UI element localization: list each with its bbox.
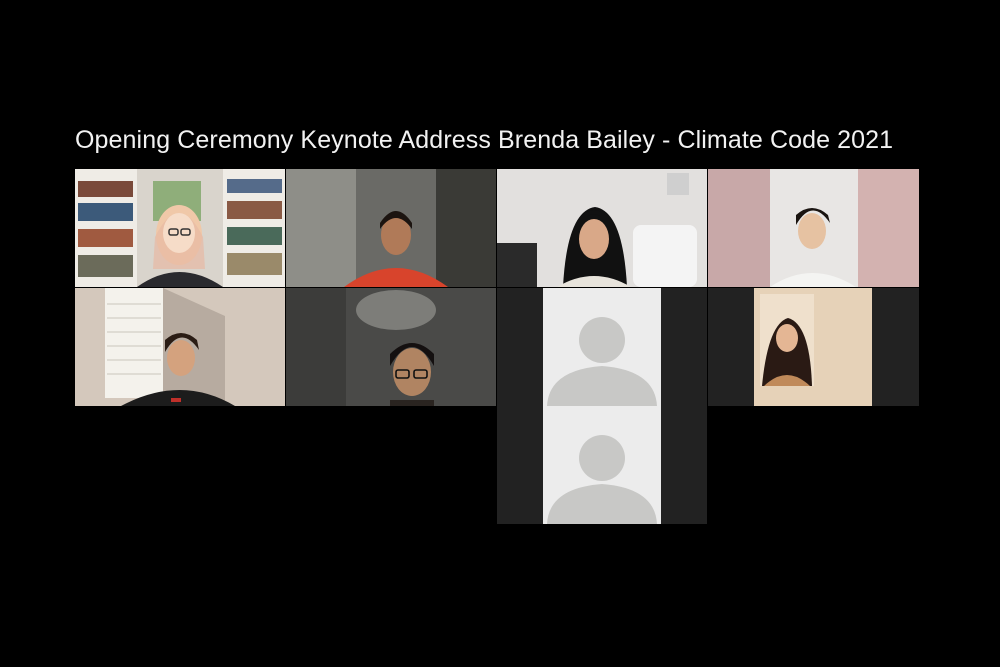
person-placeholder-icon — [497, 288, 707, 406]
participant-video-4 — [708, 169, 919, 287]
participant-tile-6[interactable] — [286, 288, 496, 406]
participant-tile-5[interactable] — [75, 288, 285, 406]
participant-video-8 — [708, 288, 919, 406]
participant-video-6 — [286, 288, 496, 406]
meeting-title: Opening Ceremony Keynote Address Brenda … — [75, 126, 894, 154]
participant-video-1 — [75, 169, 285, 287]
participant-tile-4[interactable] — [708, 169, 919, 287]
participant-video-3 — [497, 169, 707, 287]
participant-tile-7[interactable] — [497, 288, 707, 406]
participant-tile-1[interactable] — [75, 169, 285, 287]
participant-tile-3[interactable] — [497, 169, 707, 287]
participant-tile-8[interactable] — [708, 288, 919, 406]
person-placeholder-icon — [497, 406, 707, 524]
participant-video-5 — [75, 288, 285, 406]
participant-video-2 — [286, 169, 496, 287]
participant-tile-2[interactable] — [286, 169, 496, 287]
participant-tile-9[interactable] — [497, 406, 707, 524]
